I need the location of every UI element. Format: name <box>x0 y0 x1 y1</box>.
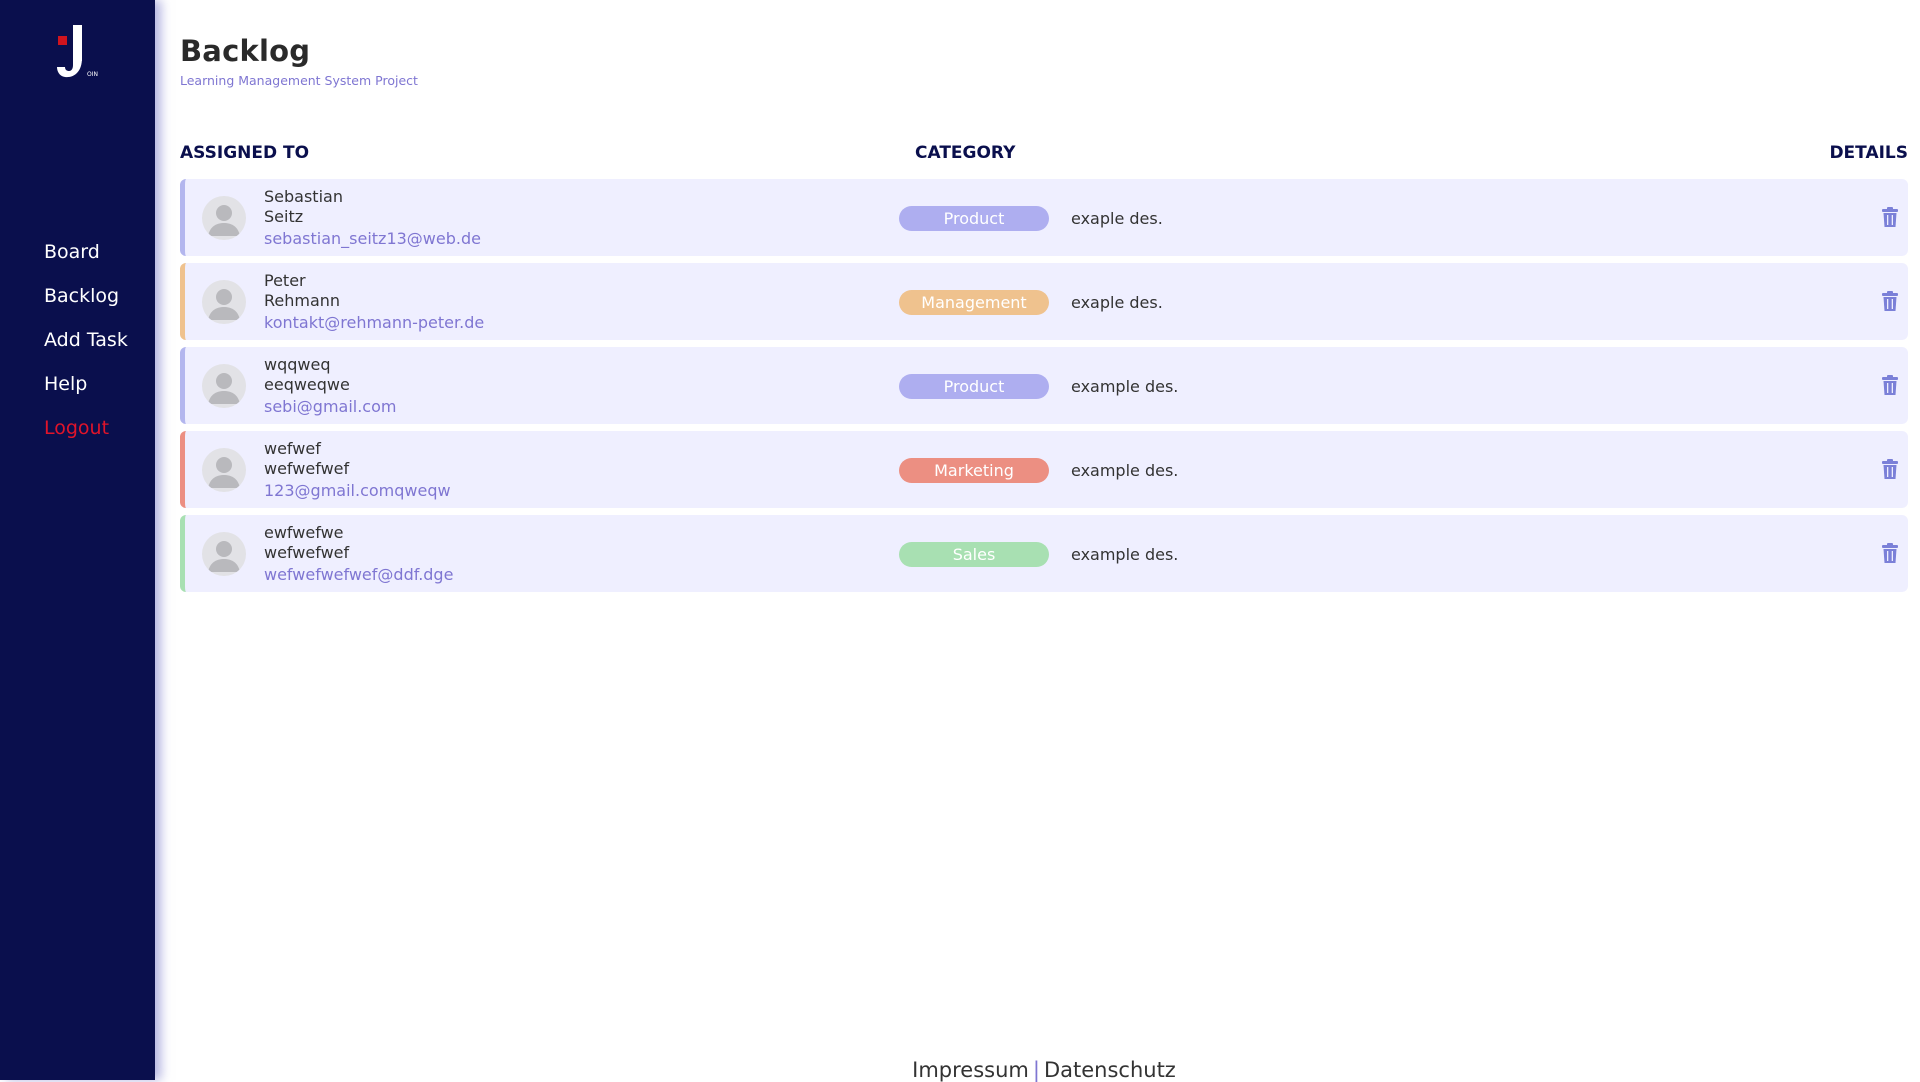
backlog-row[interactable]: ewfwefwe wefwefwef wefwefwefwef@ddf.dge … <box>180 515 1908 592</box>
task-description: example des. <box>1071 461 1179 480</box>
impressum-link[interactable]: Impressum <box>912 1058 1029 1082</box>
trash-icon[interactable] <box>1881 206 1899 228</box>
column-header-assigned-to: ASSIGNED TO <box>180 143 310 163</box>
assignee-first-name: Sebastian <box>264 187 343 206</box>
avatar <box>202 280 246 324</box>
page-subtitle: Learning Management System Project <box>180 73 418 88</box>
main-content: Backlog Learning Management System Proje… <box>180 0 1908 1082</box>
backlog-row[interactable]: wefwef wefwefwef 123@gmail.comqweqw Mark… <box>180 431 1908 508</box>
category-badge: Sales <box>899 542 1049 567</box>
category-badge: Product <box>899 374 1049 399</box>
trash-icon[interactable] <box>1881 458 1899 480</box>
page-title: Backlog <box>180 34 311 68</box>
backlog-list: Sebastian Seitz sebastian_seitz13@web.de… <box>180 179 1908 599</box>
avatar <box>202 196 246 240</box>
assignee-first-name: ewfwefwe <box>264 523 344 542</box>
footer: Impressum | Datenschutz <box>180 1058 1908 1082</box>
nav-item-help[interactable]: Help <box>44 372 128 416</box>
svg-text:OIN: OIN <box>87 71 98 78</box>
backlog-row[interactable]: wqqweq eeqweqwe sebi@gmail.com Product e… <box>180 347 1908 424</box>
assignee-last-name: Rehmann <box>264 291 341 310</box>
avatar <box>202 532 246 576</box>
trash-icon[interactable] <box>1881 374 1899 396</box>
task-description: example des. <box>1071 545 1179 564</box>
category-badge: Product <box>899 206 1049 231</box>
avatar <box>202 448 246 492</box>
task-description: example des. <box>1071 377 1179 396</box>
footer-separator: | <box>1032 1058 1040 1082</box>
nav-item-add-task[interactable]: Add Task <box>44 328 128 372</box>
assignee-last-name: Seitz <box>264 207 304 226</box>
user-icon <box>208 205 240 236</box>
column-header-details: DETAILS <box>1829 143 1908 163</box>
column-header-category: CATEGORY <box>915 143 1016 163</box>
join-logo[interactable]: OIN <box>54 22 102 80</box>
assignee-first-name: wefwef <box>264 439 321 458</box>
avatar <box>202 364 246 408</box>
user-icon <box>208 289 240 320</box>
assignee-email[interactable]: wefwefwefwef@ddf.dge <box>264 565 453 584</box>
assignee-last-name: wefwefwef <box>264 543 350 562</box>
sidebar-nav: Board Backlog Add Task Help Logout <box>44 240 128 460</box>
assignee-email[interactable]: kontakt@rehmann-peter.de <box>264 313 484 332</box>
assignee-last-name: wefwefwef <box>264 459 350 478</box>
assignee-first-name: Peter <box>264 271 306 290</box>
datenschutz-link[interactable]: Datenschutz <box>1044 1058 1176 1082</box>
category-badge: Marketing <box>899 458 1049 483</box>
trash-icon[interactable] <box>1881 542 1899 564</box>
task-description: exaple des. <box>1071 293 1163 312</box>
nav-item-backlog[interactable]: Backlog <box>44 284 128 328</box>
assignee-email[interactable]: sebastian_seitz13@web.de <box>264 229 481 248</box>
assignee-first-name: wqqweq <box>264 355 331 374</box>
backlog-row[interactable]: Peter Rehmann kontakt@rehmann-peter.de M… <box>180 263 1908 340</box>
category-badge: Management <box>899 290 1049 315</box>
assignee-email[interactable]: sebi@gmail.com <box>264 397 396 416</box>
user-icon <box>208 373 240 404</box>
task-description: exaple des. <box>1071 209 1163 228</box>
assignee-last-name: eeqweqwe <box>264 375 350 394</box>
nav-item-board[interactable]: Board <box>44 240 128 284</box>
user-icon <box>208 541 240 572</box>
backlog-row[interactable]: Sebastian Seitz sebastian_seitz13@web.de… <box>180 179 1908 256</box>
nav-item-logout[interactable]: Logout <box>44 416 128 460</box>
assignee-email[interactable]: 123@gmail.comqweqw <box>264 481 451 500</box>
trash-icon[interactable] <box>1881 290 1899 312</box>
user-icon <box>208 457 240 488</box>
sidebar: OIN Board Backlog Add Task Help Logout <box>0 0 155 1080</box>
